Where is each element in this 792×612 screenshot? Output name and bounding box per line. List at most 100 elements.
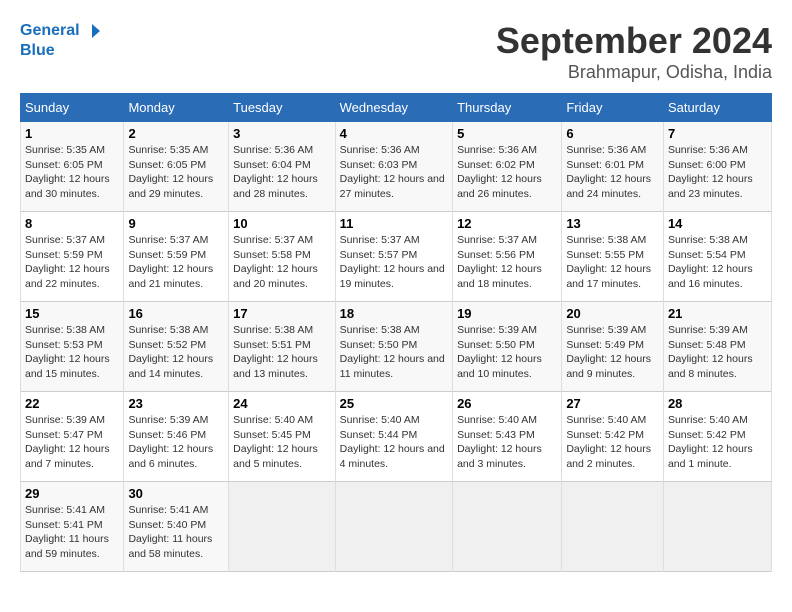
- day-info: Sunrise: 5:39 AM Sunset: 5:50 PM Dayligh…: [457, 323, 557, 382]
- day-info: Sunrise: 5:38 AM Sunset: 5:50 PM Dayligh…: [340, 323, 448, 382]
- col-header-tuesday: Tuesday: [229, 94, 336, 122]
- title-block: September 2024 Brahmapur, Odisha, India: [496, 20, 772, 83]
- calendar-cell: 14 Sunrise: 5:38 AM Sunset: 5:54 PM Dayl…: [663, 212, 771, 302]
- calendar-cell: 20 Sunrise: 5:39 AM Sunset: 5:49 PM Dayl…: [562, 302, 664, 392]
- day-number: 4: [340, 126, 448, 141]
- logo-text-general: General: [20, 22, 80, 40]
- calendar-cell: 28 Sunrise: 5:40 AM Sunset: 5:42 PM Dayl…: [663, 392, 771, 482]
- col-header-friday: Friday: [562, 94, 664, 122]
- day-number: 20: [566, 306, 659, 321]
- day-info: Sunrise: 5:38 AM Sunset: 5:54 PM Dayligh…: [668, 233, 767, 292]
- day-info: Sunrise: 5:38 AM Sunset: 5:55 PM Dayligh…: [566, 233, 659, 292]
- calendar-cell: 17 Sunrise: 5:38 AM Sunset: 5:51 PM Dayl…: [229, 302, 336, 392]
- calendar-cell: 9 Sunrise: 5:37 AM Sunset: 5:59 PM Dayli…: [124, 212, 229, 302]
- day-info: Sunrise: 5:40 AM Sunset: 5:42 PM Dayligh…: [566, 413, 659, 472]
- day-info: Sunrise: 5:36 AM Sunset: 6:00 PM Dayligh…: [668, 143, 767, 202]
- day-info: Sunrise: 5:39 AM Sunset: 5:47 PM Dayligh…: [25, 413, 119, 472]
- calendar-cell: 29 Sunrise: 5:41 AM Sunset: 5:41 PM Dayl…: [21, 482, 124, 572]
- day-info: Sunrise: 5:37 AM Sunset: 5:57 PM Dayligh…: [340, 233, 448, 292]
- calendar-cell: 30 Sunrise: 5:41 AM Sunset: 5:40 PM Dayl…: [124, 482, 229, 572]
- day-info: Sunrise: 5:35 AM Sunset: 6:05 PM Dayligh…: [128, 143, 224, 202]
- day-number: 26: [457, 396, 557, 411]
- day-number: 28: [668, 396, 767, 411]
- day-number: 5: [457, 126, 557, 141]
- day-number: 11: [340, 216, 448, 231]
- calendar-cell: 1 Sunrise: 5:35 AM Sunset: 6:05 PM Dayli…: [21, 122, 124, 212]
- day-number: 13: [566, 216, 659, 231]
- logo-arrow-icon: [82, 20, 104, 42]
- day-number: 12: [457, 216, 557, 231]
- day-number: 18: [340, 306, 448, 321]
- day-info: Sunrise: 5:37 AM Sunset: 5:58 PM Dayligh…: [233, 233, 331, 292]
- day-number: 16: [128, 306, 224, 321]
- day-number: 6: [566, 126, 659, 141]
- day-number: 17: [233, 306, 331, 321]
- calendar-header-row: SundayMondayTuesdayWednesdayThursdayFrid…: [21, 94, 772, 122]
- calendar-cell: 21 Sunrise: 5:39 AM Sunset: 5:48 PM Dayl…: [663, 302, 771, 392]
- calendar-cell: 23 Sunrise: 5:39 AM Sunset: 5:46 PM Dayl…: [124, 392, 229, 482]
- calendar-cell: 3 Sunrise: 5:36 AM Sunset: 6:04 PM Dayli…: [229, 122, 336, 212]
- calendar-cell: 2 Sunrise: 5:35 AM Sunset: 6:05 PM Dayli…: [124, 122, 229, 212]
- calendar-week-row: 1 Sunrise: 5:35 AM Sunset: 6:05 PM Dayli…: [21, 122, 772, 212]
- location-title: Brahmapur, Odisha, India: [496, 62, 772, 83]
- day-info: Sunrise: 5:38 AM Sunset: 5:52 PM Dayligh…: [128, 323, 224, 382]
- day-number: 24: [233, 396, 331, 411]
- col-header-monday: Monday: [124, 94, 229, 122]
- calendar-week-row: 15 Sunrise: 5:38 AM Sunset: 5:53 PM Dayl…: [21, 302, 772, 392]
- day-number: 9: [128, 216, 224, 231]
- page-header: General Blue September 2024 Brahmapur, O…: [20, 20, 772, 83]
- day-info: Sunrise: 5:39 AM Sunset: 5:46 PM Dayligh…: [128, 413, 224, 472]
- day-info: Sunrise: 5:38 AM Sunset: 5:51 PM Dayligh…: [233, 323, 331, 382]
- calendar-cell: [453, 482, 562, 572]
- calendar-cell: 18 Sunrise: 5:38 AM Sunset: 5:50 PM Dayl…: [335, 302, 452, 392]
- day-number: 23: [128, 396, 224, 411]
- day-number: 25: [340, 396, 448, 411]
- calendar-week-row: 22 Sunrise: 5:39 AM Sunset: 5:47 PM Dayl…: [21, 392, 772, 482]
- day-info: Sunrise: 5:37 AM Sunset: 5:56 PM Dayligh…: [457, 233, 557, 292]
- day-info: Sunrise: 5:40 AM Sunset: 5:43 PM Dayligh…: [457, 413, 557, 472]
- day-number: 7: [668, 126, 767, 141]
- day-info: Sunrise: 5:36 AM Sunset: 6:04 PM Dayligh…: [233, 143, 331, 202]
- day-number: 19: [457, 306, 557, 321]
- calendar-cell: 24 Sunrise: 5:40 AM Sunset: 5:45 PM Dayl…: [229, 392, 336, 482]
- day-number: 21: [668, 306, 767, 321]
- day-info: Sunrise: 5:37 AM Sunset: 5:59 PM Dayligh…: [25, 233, 119, 292]
- calendar-cell: [335, 482, 452, 572]
- calendar-cell: 27 Sunrise: 5:40 AM Sunset: 5:42 PM Dayl…: [562, 392, 664, 482]
- day-number: 30: [128, 486, 224, 501]
- day-info: Sunrise: 5:40 AM Sunset: 5:45 PM Dayligh…: [233, 413, 331, 472]
- month-title: September 2024: [496, 20, 772, 62]
- calendar-table: SundayMondayTuesdayWednesdayThursdayFrid…: [20, 93, 772, 572]
- day-info: Sunrise: 5:36 AM Sunset: 6:03 PM Dayligh…: [340, 143, 448, 202]
- day-number: 27: [566, 396, 659, 411]
- day-info: Sunrise: 5:35 AM Sunset: 6:05 PM Dayligh…: [25, 143, 119, 202]
- calendar-week-row: 29 Sunrise: 5:41 AM Sunset: 5:41 PM Dayl…: [21, 482, 772, 572]
- day-number: 2: [128, 126, 224, 141]
- calendar-cell: [229, 482, 336, 572]
- calendar-week-row: 8 Sunrise: 5:37 AM Sunset: 5:59 PM Dayli…: [21, 212, 772, 302]
- col-header-wednesday: Wednesday: [335, 94, 452, 122]
- calendar-cell: 11 Sunrise: 5:37 AM Sunset: 5:57 PM Dayl…: [335, 212, 452, 302]
- calendar-cell: 6 Sunrise: 5:36 AM Sunset: 6:01 PM Dayli…: [562, 122, 664, 212]
- day-number: 3: [233, 126, 331, 141]
- logo: General Blue: [20, 20, 104, 60]
- calendar-cell: 25 Sunrise: 5:40 AM Sunset: 5:44 PM Dayl…: [335, 392, 452, 482]
- calendar-cell: 13 Sunrise: 5:38 AM Sunset: 5:55 PM Dayl…: [562, 212, 664, 302]
- col-header-thursday: Thursday: [453, 94, 562, 122]
- day-number: 14: [668, 216, 767, 231]
- day-number: 8: [25, 216, 119, 231]
- calendar-cell: 15 Sunrise: 5:38 AM Sunset: 5:53 PM Dayl…: [21, 302, 124, 392]
- calendar-cell: 10 Sunrise: 5:37 AM Sunset: 5:58 PM Dayl…: [229, 212, 336, 302]
- day-info: Sunrise: 5:40 AM Sunset: 5:42 PM Dayligh…: [668, 413, 767, 472]
- calendar-cell: 26 Sunrise: 5:40 AM Sunset: 5:43 PM Dayl…: [453, 392, 562, 482]
- day-info: Sunrise: 5:40 AM Sunset: 5:44 PM Dayligh…: [340, 413, 448, 472]
- col-header-sunday: Sunday: [21, 94, 124, 122]
- day-number: 22: [25, 396, 119, 411]
- day-info: Sunrise: 5:36 AM Sunset: 6:02 PM Dayligh…: [457, 143, 557, 202]
- day-number: 15: [25, 306, 119, 321]
- calendar-cell: 16 Sunrise: 5:38 AM Sunset: 5:52 PM Dayl…: [124, 302, 229, 392]
- day-info: Sunrise: 5:38 AM Sunset: 5:53 PM Dayligh…: [25, 323, 119, 382]
- calendar-cell: 12 Sunrise: 5:37 AM Sunset: 5:56 PM Dayl…: [453, 212, 562, 302]
- calendar-cell: [562, 482, 664, 572]
- calendar-cell: 7 Sunrise: 5:36 AM Sunset: 6:00 PM Dayli…: [663, 122, 771, 212]
